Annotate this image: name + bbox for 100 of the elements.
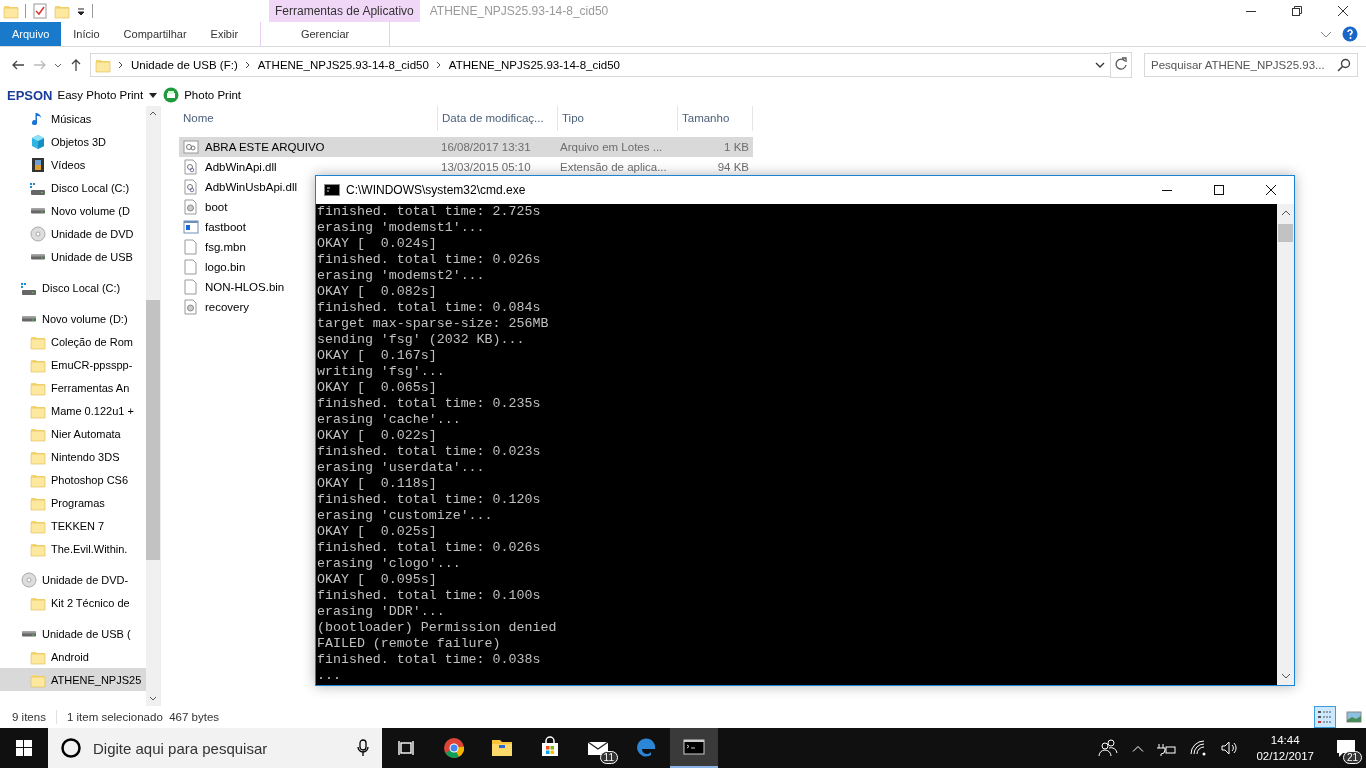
sidebar-item[interactable]: Kit 2 Técnico de [0,591,146,614]
sidebar-item[interactable]: Nintendo 3DS [0,445,146,468]
scroll-thumb[interactable] [1278,224,1293,242]
search-field[interactable]: Pesquisar ATHENE_NPJS25.93... [1144,53,1358,77]
file-row[interactable]: recovery [179,297,256,317]
film-icon [30,156,46,173]
file-row[interactable]: AdbWinUsbApi.dll [179,177,304,197]
disc-file-icon [183,199,199,215]
sidebar-item[interactable]: EmuCR-ppsspp- [0,353,146,376]
sidebar-item[interactable]: Vídeos [0,153,146,176]
scrollbar[interactable] [146,106,160,706]
sidebar-item[interactable]: TEKKEN 7 [0,514,146,537]
sidebar-item[interactable]: Objetos 3D [0,130,146,153]
file-row[interactable]: fastboot [179,217,252,237]
count-badge: 11 [599,751,618,764]
sidebar-item[interactable]: Novo volume (D:) [0,307,146,330]
sidebar-item[interactable]: Photoshop CS6 [0,468,146,491]
address-bar[interactable]: Unidade de USB (F:) ATHENE_NPJS25.93-14-8_cid50 ATHENE_NPJS25.93-14-8_cid50 [90,53,1111,77]
sidebar-item[interactable]: Músicas [0,107,146,130]
file-icon [183,279,199,295]
file-name: ABRA ESTE ARQUIVO [205,141,325,153]
details-view-icon [1314,706,1336,728]
column-header[interactable]: Nome [179,106,438,131]
ribbon-tab[interactable]: Início [61,22,112,46]
sidebar-item[interactable]: Unidade de USB ( [0,622,146,645]
breadcrumb[interactable]: Unidade de USB (F:) [131,59,238,71]
console-line: OKAY [ 0.022s] [317,428,438,444]
console-line: erasing 'modemst1'... [317,220,486,236]
file-name: recovery [205,301,250,313]
sidebar-item[interactable]: Unidade de DVD- [0,568,146,591]
file-row[interactable]: AdbWinApi.dll 13/03/2015 05:10 Extensão de aplica... 94 KB [179,157,753,177]
minimize-icon [1246,10,1256,12]
console-line: finished. total time: 0.026s [317,540,542,556]
sidebar-item[interactable]: Android [0,645,146,668]
ribbon-tab[interactable]: Compartilhar [111,22,199,46]
file-row[interactable]: logo.bin [179,257,252,277]
console-line: erasing 'userdata'... [317,460,486,476]
file-row[interactable]: NON-HLOS.bin [179,277,291,297]
console-line: OKAY [ 0.082s] [317,284,438,300]
console-line: finished. total time: 0.026s [317,252,542,268]
breadcrumb[interactable]: ATHENE_NPJS25.93-14-8_cid50 [448,59,620,71]
console-line: erasing 'modemst2'... [317,268,486,284]
cortana-circle-icon [60,737,82,759]
console-line: OKAY [ 0.167s] [317,348,438,364]
file-row[interactable]: fsg.mbn [179,237,252,257]
column-header[interactable]: Data de modificaç... [438,106,558,131]
taskbar-app[interactable] [670,728,718,768]
sidebar-item[interactable]: Nier Automata [0,422,146,445]
sidebar-item[interactable]: ATHENE_NPJS25 [0,668,146,691]
drive-icon [21,630,37,637]
refresh-icon [1110,52,1132,78]
console-line: (bootloader) Permission denied [317,620,558,636]
search-input[interactable]: Digite aqui para pesquisar [91,738,347,758]
window-file-icon [183,219,199,235]
folder-icon [95,57,111,73]
sidebar-item[interactable]: The.Evil.Within. [0,537,146,560]
ribbon-tab[interactable]: Arquivo [0,22,62,46]
scroll-thumb[interactable] [146,300,160,560]
column-header[interactable]: Tamanho [678,106,753,131]
disc-icon [30,225,46,242]
clock[interactable]: 14:44 02/12/2017 [1256,732,1314,764]
file-row[interactable]: boot [179,197,234,217]
table-cell: 1 KB [724,141,749,153]
sidebar-item[interactable]: Programas [0,491,146,514]
sidebar-item[interactable]: Unidade de DVD [0,222,146,245]
ribbon-tab[interactable]: Gerenciar [260,22,391,46]
file-row[interactable]: ABRA ESTE ARQUIVO 16/08/2017 13:31 Arquivo em Lotes ... 1 KB [179,137,753,157]
gear-file-icon [183,179,199,195]
close-icon [1266,185,1276,195]
chevron-up-icon [1132,744,1145,752]
minimize-icon [1162,189,1172,191]
photo-print-button[interactable]: Photo Print [184,89,242,101]
sidebar-item[interactable]: Ferramentas An [0,376,146,399]
sidebar-item[interactable]: Novo volume (D [0,199,146,222]
column-header[interactable]: Tipo [558,106,678,131]
console-line: OKAY [ 0.118s] [317,476,438,492]
window-title: ATHENE_NPJS25.93-14-8_cid50 [428,3,610,20]
chevron-down-icon [54,62,62,68]
app-menu[interactable]: Easy Photo Print [57,89,144,101]
taskbar-app[interactable]: 11 [574,728,622,768]
gears-file-icon [183,139,199,155]
ribbon-tab[interactable]: Exibir [198,22,251,46]
breadcrumb[interactable]: ATHENE_NPJS25.93-14-8_cid50 [257,59,429,71]
count-badge: 21 [1342,751,1362,764]
sidebar-item[interactable]: Mame 0.122u1 + [0,399,146,422]
console-icon [324,182,340,198]
sidebar-item[interactable]: Unidade de USB [0,245,146,268]
sidebar-item[interactable]: Disco Local (C:) [0,176,146,199]
console-line: finished. total time: 0.100s [317,588,542,604]
notification-button[interactable]: 21 [1326,728,1366,768]
sidebar-item[interactable]: Disco Local (C:) [0,276,146,299]
drive-icon [21,315,37,322]
table-cell: Extensão de aplica... [560,161,667,173]
console-line: erasing 'DDR'... [317,604,446,620]
file-name: NON-HLOS.bin [205,281,285,293]
scrollbar[interactable] [1277,204,1294,685]
sidebar-item[interactable]: Coleção de Rom [0,330,146,353]
help-icon [1342,26,1358,42]
search-field[interactable]: Digite aqui para pesquisar [48,728,382,768]
file-name: AdbWinApi.dll [205,161,277,173]
